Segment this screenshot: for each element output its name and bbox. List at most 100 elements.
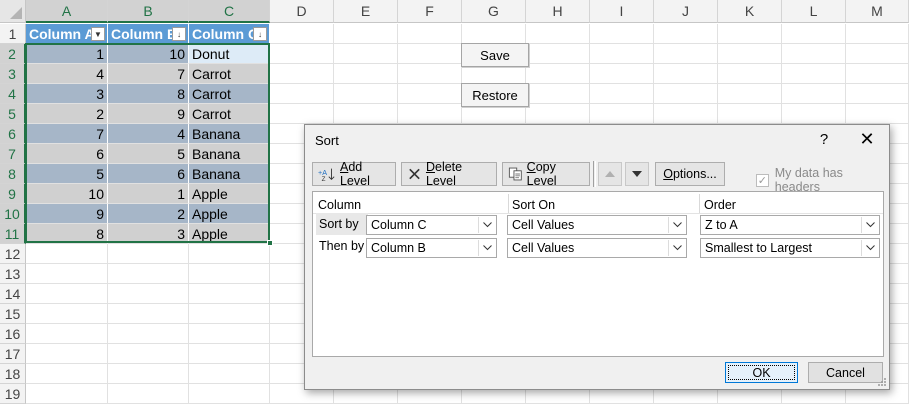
empty-cell[interactable] [398,64,462,84]
row-header[interactable]: 4 [0,84,26,104]
table-cell[interactable]: Banana [189,124,270,144]
empty-cell[interactable] [782,84,846,104]
table-cell[interactable]: Carrot [189,84,270,104]
table-cell[interactable]: 6 [108,164,189,184]
empty-cell[interactable] [189,284,270,304]
empty-cell[interactable] [654,104,718,124]
row-header[interactable]: 7 [0,144,26,164]
empty-cell[interactable] [846,24,909,44]
table-cell[interactable]: 2 [108,204,189,224]
empty-cell[interactable] [782,24,846,44]
then-by-column-select[interactable]: Column B [366,238,497,258]
table-cell[interactable]: 3 [108,224,189,244]
column-header-c[interactable]: C [189,0,270,23]
table-cell[interactable]: 8 [26,224,108,244]
row-header[interactable]: 19 [0,384,26,404]
row-header[interactable]: 2 [0,44,26,64]
table-cell[interactable]: Carrot [189,104,270,124]
empty-cell[interactable] [590,44,654,64]
column-header-i[interactable]: I [590,0,654,23]
empty-cell[interactable] [334,64,398,84]
row-header[interactable]: 13 [0,264,26,284]
empty-cell[interactable] [108,304,189,324]
column-header-h[interactable]: H [526,0,590,23]
table-header-cell[interactable]: Column A ▼ [26,24,108,44]
empty-cell[interactable] [398,104,462,124]
ok-button[interactable]: OK [725,362,798,383]
chevron-down-icon[interactable] [861,240,878,256]
empty-cell[interactable] [26,324,108,344]
table-cell[interactable]: 6 [26,144,108,164]
empty-cell[interactable] [526,44,590,64]
empty-cell[interactable] [26,284,108,304]
table-cell[interactable]: Banana [189,164,270,184]
empty-cell[interactable] [270,104,334,124]
row-header[interactable]: 5 [0,104,26,124]
move-down-button[interactable] [625,162,649,186]
row-header[interactable]: 16 [0,324,26,344]
empty-cell[interactable] [398,84,462,104]
empty-cell[interactable] [26,364,108,384]
chevron-down-icon[interactable] [668,240,685,256]
table-cell[interactable]: 8 [108,84,189,104]
empty-cell[interactable] [398,24,462,44]
headers-checkbox-wrap[interactable]: ✓ My data has headers [756,166,889,194]
column-header-b[interactable]: B [108,0,189,23]
empty-cell[interactable] [846,104,909,124]
empty-cell[interactable] [846,84,909,104]
empty-cell[interactable] [26,384,108,404]
empty-cell[interactable] [846,64,909,84]
headers-checkbox[interactable]: ✓ [756,173,769,187]
row-header[interactable]: 3 [0,64,26,84]
empty-cell[interactable] [189,264,270,284]
row-header[interactable]: 8 [0,164,26,184]
empty-cell[interactable] [26,344,108,364]
column-header-j[interactable]: J [654,0,718,23]
then-by-sort-on-select[interactable]: Cell Values [507,238,687,258]
empty-cell[interactable] [334,24,398,44]
empty-cell[interactable] [26,304,108,324]
column-header-a[interactable]: A [26,0,108,23]
table-cell[interactable]: 5 [26,164,108,184]
table-cell[interactable]: 4 [26,64,108,84]
chevron-down-icon[interactable] [478,240,495,256]
empty-cell[interactable] [718,44,782,64]
table-cell[interactable]: Apple [189,224,270,244]
table-cell[interactable]: 10 [108,44,189,64]
row-header[interactable]: 6 [0,124,26,144]
table-cell[interactable]: 5 [108,144,189,164]
empty-cell[interactable] [270,64,334,84]
empty-cell[interactable] [189,364,270,384]
column-header-l[interactable]: L [782,0,846,23]
empty-cell[interactable] [334,104,398,124]
sort-descending-filter-icon[interactable]: ↓ [172,27,186,41]
delete-level-button[interactable]: Delete Level [401,160,497,188]
chevron-down-icon[interactable] [861,217,878,233]
table-cell[interactable]: 9 [26,204,108,224]
column-header-g[interactable]: G [462,0,526,23]
then-by-order-select[interactable]: Smallest to Largest [700,238,880,258]
save-button[interactable]: Save [461,43,529,67]
empty-cell[interactable] [26,244,108,264]
empty-cell[interactable] [462,104,526,124]
table-cell[interactable]: 9 [108,104,189,124]
empty-cell[interactable] [654,44,718,64]
column-header-e[interactable]: E [334,0,398,23]
empty-cell[interactable] [718,64,782,84]
column-header-k[interactable]: K [718,0,782,23]
row-header[interactable]: 17 [0,344,26,364]
empty-cell[interactable] [782,64,846,84]
empty-cell[interactable] [189,324,270,344]
table-cell[interactable]: 7 [26,124,108,144]
row-header[interactable]: 11 [0,224,26,244]
table-cell[interactable]: 7 [108,64,189,84]
empty-cell[interactable] [189,244,270,264]
row-header[interactable]: 1 [0,24,26,44]
empty-cell[interactable] [270,84,334,104]
table-cell[interactable]: 1 [26,44,108,64]
empty-cell[interactable] [654,64,718,84]
row-header[interactable]: 10 [0,204,26,224]
sort-by-order-select[interactable]: Z to A [700,215,880,235]
empty-cell[interactable] [526,84,590,104]
table-cell[interactable]: Donut [189,44,270,64]
